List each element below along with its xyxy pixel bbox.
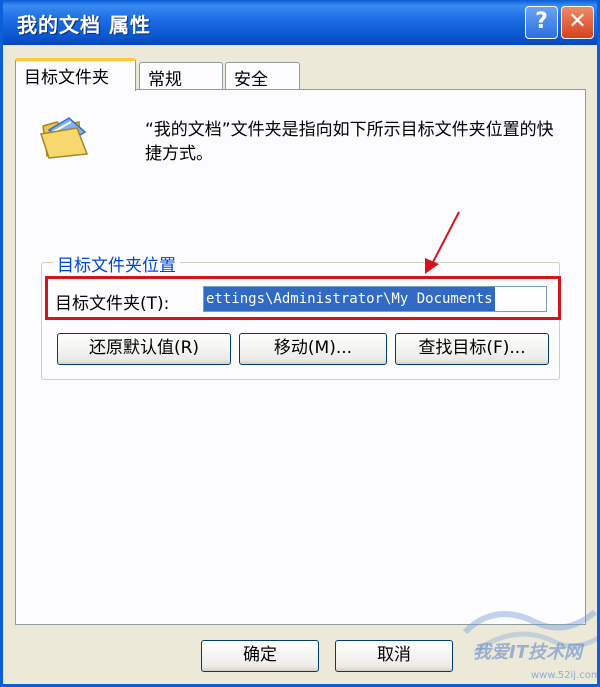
- restore-default-button[interactable]: 还原默认值(R): [57, 333, 231, 365]
- move-button[interactable]: 移动(M)...: [239, 333, 387, 365]
- tab-target-folder[interactable]: 目标文件夹: [15, 58, 136, 91]
- help-icon[interactable]: ?: [525, 6, 558, 39]
- arrow-icon: [425, 211, 460, 274]
- window-title: 我的文档 属性: [17, 13, 151, 37]
- description-text: “我的文档”文件夹是指向如下所示目标文件夹位置的快捷方式。: [145, 120, 554, 164]
- ok-button[interactable]: 确定: [201, 640, 319, 672]
- close-icon[interactable]: ✕: [561, 6, 594, 39]
- properties-dialog: 我的文档 属性 ? ✕ 目标文件夹 常规 安全 “我的文档”文件夹是指向如下所示…: [0, 0, 600, 687]
- title-bar[interactable]: 我的文档 属性 ? ✕: [3, 0, 597, 45]
- find-target-button[interactable]: 查找目标(F)...: [395, 333, 549, 365]
- group-title: 目标文件夹位置: [53, 251, 180, 276]
- watermark-text: 我爱IT技术网: [473, 642, 582, 663]
- folder-icon: [40, 117, 89, 159]
- watermark-url: www.52ij.com: [531, 670, 600, 681]
- tab-general[interactable]: 常规: [139, 62, 223, 90]
- tab-security[interactable]: 安全: [225, 62, 300, 90]
- highlight-box: [45, 276, 561, 320]
- cancel-button[interactable]: 取消: [335, 640, 453, 672]
